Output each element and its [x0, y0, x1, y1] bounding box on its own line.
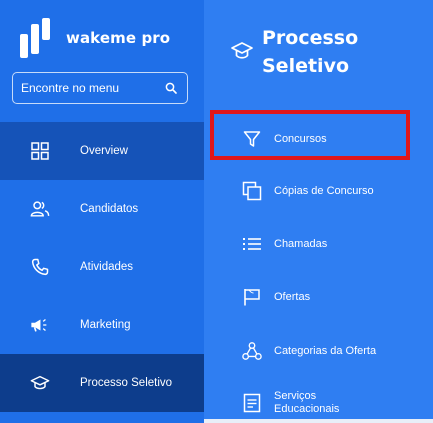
submenu-item-servicos-educacionais[interactable]: Serviços Educacionais: [204, 383, 433, 423]
menu-search: [12, 72, 188, 104]
list-icon: [242, 234, 262, 254]
submenu-item-label: Chamadas: [274, 237, 328, 250]
flag-icon: [242, 287, 262, 307]
sidebar-item-candidatos[interactable]: Candidatos: [0, 180, 204, 238]
submenu-item-ofertas[interactable]: Ofertas: [204, 277, 433, 317]
brand[interactable]: wakeme pro: [18, 18, 170, 58]
megaphone-icon: [30, 315, 50, 335]
submenu-item-copias-de-concurso[interactable]: Cópias de Concurso: [204, 171, 433, 211]
submenu-item-chamadas[interactable]: Chamadas: [204, 224, 433, 264]
graduation-cap-icon: [30, 373, 50, 393]
sidebar-item-overview[interactable]: Overview: [0, 122, 204, 180]
brand-name: wakeme pro: [66, 29, 171, 47]
sidebar-item-processo-seletivo[interactable]: Processo Seletivo: [0, 354, 204, 412]
document-icon: [242, 393, 262, 413]
submenu-item-label: Ofertas: [274, 290, 311, 303]
sidebar-item-label: Marketing: [80, 319, 131, 331]
phone-icon: [30, 257, 50, 277]
users-icon: [30, 199, 50, 219]
submenu-panel: Processo Seletivo Concursos Cópias de Co…: [204, 0, 433, 423]
submenu-item-categorias-da-oferta[interactable]: Categorias da Oferta: [204, 331, 433, 371]
app-window: wakeme pro Overview: [0, 0, 433, 423]
sidebar-item-atividades[interactable]: Atividades: [0, 238, 204, 296]
hierarchy-icon: [242, 341, 262, 361]
sidebar-item-label: Processo Seletivo: [80, 377, 173, 389]
wakeme-logo: [20, 18, 50, 58]
search-icon[interactable]: [165, 82, 177, 94]
sidebar-item-label: Overview: [80, 145, 128, 157]
copy-icon: [242, 181, 262, 201]
sidebar-nav: Overview Candidatos Atividades Marketing…: [0, 122, 204, 412]
search-input[interactable]: [21, 81, 161, 95]
graduation-cap-icon: [231, 42, 253, 59]
sidebar-item-marketing[interactable]: Marketing: [0, 296, 204, 354]
submenu-item-label: Concursos: [274, 132, 327, 145]
sidebar-item-label: Candidatos: [80, 203, 139, 215]
panel-bottom-edge: [204, 419, 433, 423]
sidebar-item-label: Atividades: [80, 261, 134, 273]
submenu-item-label: Cópias de Concurso: [274, 184, 374, 197]
sidebar: wakeme pro Overview: [0, 0, 204, 423]
filter-icon: [242, 129, 262, 149]
submenu-item-label: Categorias da Oferta: [274, 344, 377, 357]
submenu-item-concursos[interactable]: Concursos: [204, 119, 433, 159]
submenu-item-label: Serviços Educacionais: [274, 390, 340, 415]
grid-icon: [30, 141, 50, 161]
panel-title: Processo Seletivo: [262, 27, 359, 77]
